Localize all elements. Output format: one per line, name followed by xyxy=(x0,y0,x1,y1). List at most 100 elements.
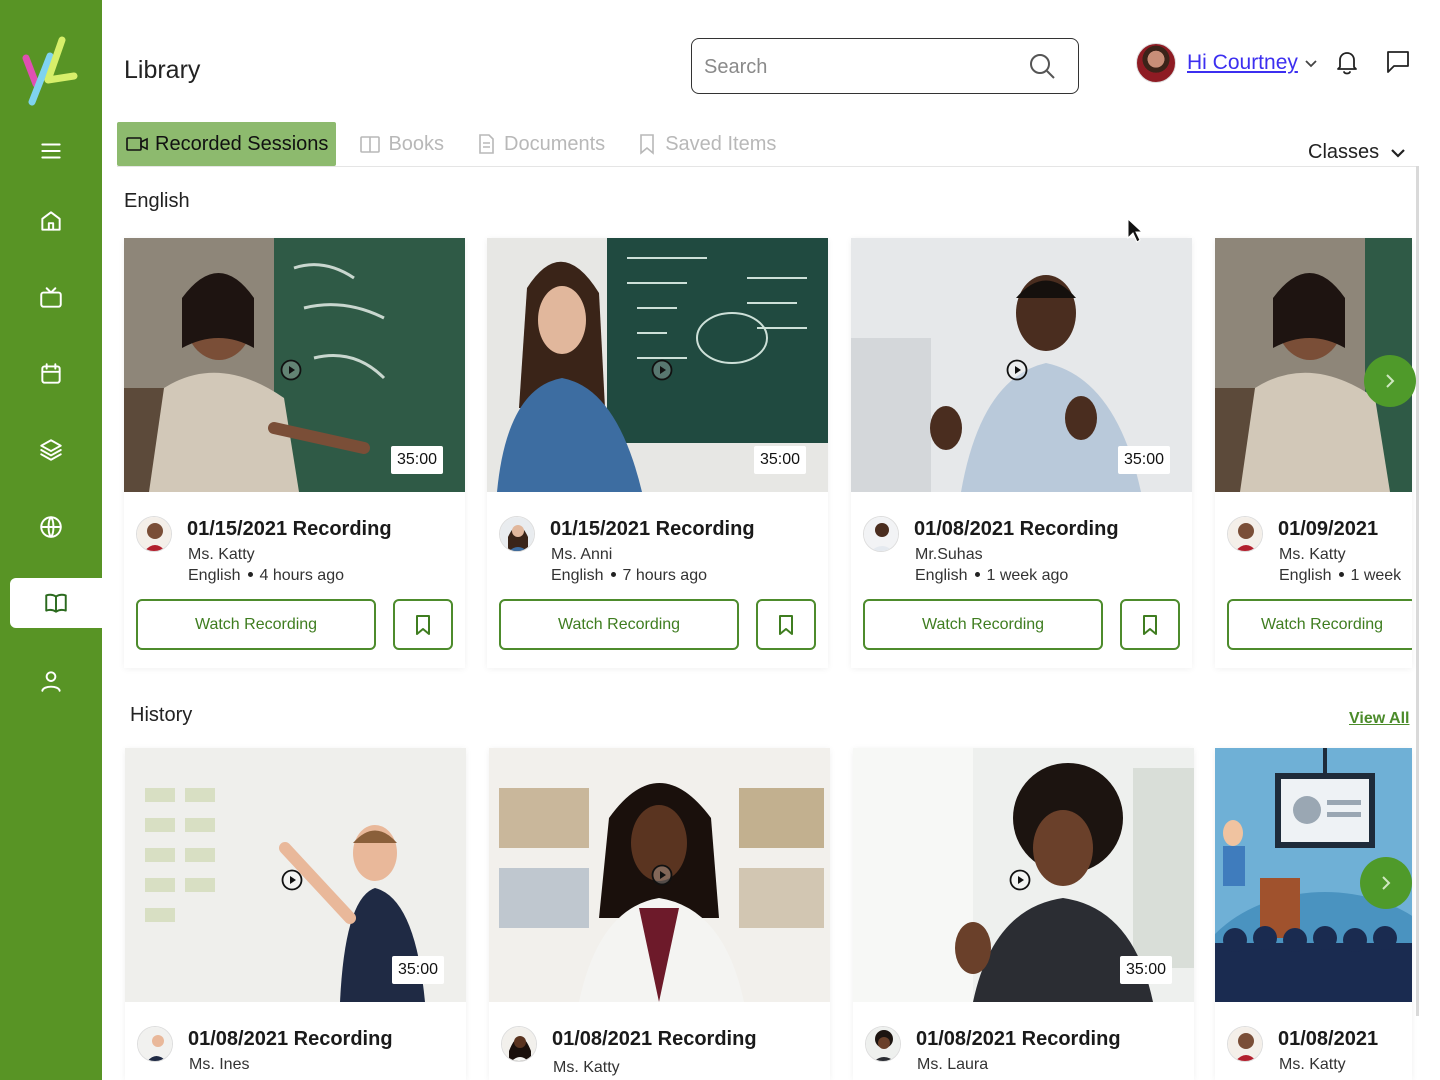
recording-card: 35:00 01/15/2021 Recording Ms. Katty Eng… xyxy=(124,238,465,668)
bookmark-button[interactable] xyxy=(1120,599,1180,650)
duration-badge: 35:00 xyxy=(391,956,444,984)
time-ago: 4 hours ago xyxy=(259,567,344,584)
recording-title: 01/15/2021 Recording xyxy=(550,518,755,540)
teacher-name: Ms. Katty xyxy=(188,546,255,563)
video-thumbnail[interactable] xyxy=(489,748,830,1002)
avatar xyxy=(1227,1026,1263,1062)
recording-title: 01/08/2021 Recording xyxy=(552,1028,757,1050)
user-icon xyxy=(41,671,61,692)
bookmark-icon xyxy=(640,134,654,155)
subject: English xyxy=(915,567,968,584)
tv-icon xyxy=(40,287,62,308)
search-input[interactable] xyxy=(704,53,1024,81)
sidebar-item-home[interactable] xyxy=(0,196,102,246)
bookmark-button[interactable] xyxy=(756,599,816,650)
bookmark-button[interactable] xyxy=(393,599,453,650)
sidebar-item-menu[interactable] xyxy=(0,126,102,176)
tab-documents[interactable]: Documents xyxy=(466,122,613,166)
sidebar-item-live[interactable] xyxy=(0,273,102,323)
user-menu[interactable]: Hi Courtney xyxy=(1136,40,1318,86)
tab-recorded-sessions[interactable]: Recorded Sessions xyxy=(117,122,337,166)
duration-badge: 35:00 xyxy=(753,446,806,474)
watch-recording-button[interactable]: Watch Recording xyxy=(1227,599,1412,650)
play-icon[interactable] xyxy=(280,359,302,381)
brand-logo[interactable] xyxy=(22,36,80,106)
video-thumbnail[interactable]: 35:00 xyxy=(487,238,828,492)
classes-dropdown[interactable]: Classes xyxy=(1308,141,1407,164)
carousel-next-button[interactable] xyxy=(1364,355,1416,407)
video-thumbnail[interactable]: 35:00 xyxy=(124,238,465,492)
tab-label: Saved Items xyxy=(665,132,777,155)
chat-icon[interactable] xyxy=(1384,48,1412,76)
recording-card: 35:00 01/08/2021 Recording Ms. Laura xyxy=(853,748,1194,1080)
layers-icon xyxy=(40,439,62,461)
watch-recording-button[interactable]: Watch Recording xyxy=(136,599,376,650)
video-thumbnail[interactable]: 35:00 xyxy=(853,748,1194,1002)
tab-saved-items[interactable]: Saved Items xyxy=(627,122,784,166)
book-icon xyxy=(360,136,381,153)
carousel-next-button[interactable] xyxy=(1360,857,1412,909)
teacher-name: Ms. Laura xyxy=(917,1056,989,1073)
video-thumbnail[interactable]: 35:00 xyxy=(125,748,466,1002)
duration-badge: 35:00 xyxy=(1117,446,1170,474)
teacher-name: Ms. Anni xyxy=(551,546,613,563)
user-greeting[interactable]: Hi Courtney xyxy=(1187,51,1298,75)
watch-recording-button[interactable]: Watch Recording xyxy=(499,599,739,650)
tab-label: Documents xyxy=(504,132,606,155)
recording-meta: English 7 hours ago xyxy=(551,567,707,585)
video-thumbnail[interactable]: 35:00 xyxy=(851,238,1192,492)
calendar-icon xyxy=(41,363,61,384)
time-ago: 1 week xyxy=(1350,567,1402,584)
watch-recording-button[interactable]: Watch Recording xyxy=(863,599,1103,650)
bell-icon[interactable] xyxy=(1333,48,1361,76)
subject: English xyxy=(188,567,241,584)
recording-title: 01/15/2021 Recording xyxy=(187,518,392,540)
section-title-english: English xyxy=(124,190,190,212)
teacher-name: Ms. Katty xyxy=(1279,546,1346,563)
sidebar-item-courses[interactable] xyxy=(0,425,102,475)
recording-title: 01/08/2021 Recording xyxy=(916,1028,1121,1050)
recording-card: 01/09/2021 Ms. Katty English 1 week Watch… xyxy=(1215,238,1412,668)
recording-meta: English 1 week ago xyxy=(915,567,1068,585)
avatar xyxy=(501,1026,537,1062)
play-icon[interactable] xyxy=(1006,359,1028,381)
teacher-name: Ms. Katty xyxy=(1279,1056,1346,1073)
search-box xyxy=(691,38,1079,94)
duration-badge: 35:00 xyxy=(390,446,443,474)
sidebar-item-global[interactable] xyxy=(0,502,102,552)
sidebar-item-profile[interactable] xyxy=(0,656,102,706)
tab-label: Books xyxy=(388,132,445,155)
mouse-cursor-icon xyxy=(1127,217,1144,244)
play-icon[interactable] xyxy=(281,869,303,891)
recording-card: 35:00 01/15/2021 Recording Ms. Anni Engl… xyxy=(487,238,828,668)
recording-meta: English 4 hours ago xyxy=(188,567,344,585)
tab-label: Recorded Sessions xyxy=(155,132,329,155)
play-icon[interactable] xyxy=(651,359,673,381)
sidebar-item-calendar[interactable] xyxy=(0,349,102,399)
search-icon[interactable] xyxy=(1028,52,1056,80)
globe-icon xyxy=(40,516,62,538)
play-icon[interactable] xyxy=(651,864,673,886)
avatar xyxy=(499,516,535,552)
recording-card: 01/08/2021 Recording Ms. Katty xyxy=(489,748,830,1080)
section-title-history: History xyxy=(130,704,193,726)
avatar xyxy=(137,1026,173,1062)
chevron-right-icon xyxy=(1386,374,1395,388)
play-icon[interactable] xyxy=(1009,869,1031,891)
classes-label: Classes xyxy=(1308,141,1380,163)
recording-card: 35:00 01/08/2021 Recording Mr.Suhas Engl… xyxy=(851,238,1192,668)
recording-meta: English 1 week xyxy=(1279,567,1401,585)
avatar xyxy=(865,1026,901,1062)
tab-books[interactable]: Books xyxy=(350,122,452,166)
hamburger-icon xyxy=(41,143,61,159)
teacher-name: Mr.Suhas xyxy=(915,546,983,563)
recording-card: 35:00 01/08/2021 Recording Ms. Ines xyxy=(125,748,466,1080)
page-title: Library xyxy=(124,56,201,84)
sidebar-item-library[interactable] xyxy=(10,578,102,628)
time-ago: 1 week ago xyxy=(986,567,1069,584)
library-tabs: Recorded Sessions Books Documents Saved … xyxy=(117,121,798,167)
scrollbar[interactable] xyxy=(1416,166,1419,1016)
avatar xyxy=(136,516,172,552)
avatar xyxy=(1227,516,1263,552)
view-all-link[interactable]: View All xyxy=(1349,710,1409,728)
